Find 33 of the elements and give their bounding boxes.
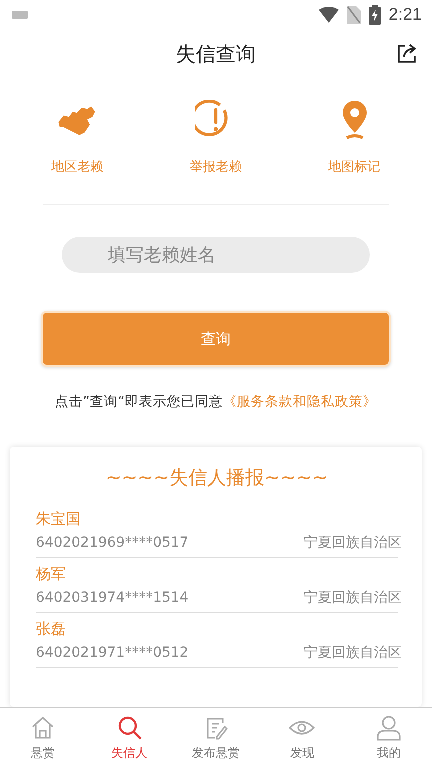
shortcut-button[interactable]: 地区老赖: [22, 98, 132, 184]
page-title: 失信查询: [176, 40, 256, 68]
query-button[interactable]: 查询: [41, 311, 391, 367]
sim-card-icon: [346, 6, 361, 24]
nav-tab[interactable]: 失信人: [90, 714, 170, 762]
person-name: 杨军: [36, 564, 67, 585]
id-number: 6402021971****0512: [36, 644, 189, 663]
id-number: 6402031974****1514: [36, 589, 189, 608]
region: 宁夏回族自治区: [304, 589, 402, 608]
keyboard-icon: [12, 11, 28, 19]
status-time: 2:21: [388, 5, 422, 25]
nav-tab[interactable]: 发布悬赏: [176, 714, 256, 762]
location-pin-icon: [340, 101, 369, 141]
nav-tab[interactable]: 悬赏: [3, 714, 84, 762]
policy-link[interactable]: 《服务条款和隐私政策》: [223, 394, 377, 410]
battery-icon: [368, 5, 381, 25]
person-name: 张磊: [36, 619, 67, 640]
shortcut-button[interactable]: 举报老赖: [160, 98, 271, 184]
region: 宁夏回族自治区: [304, 644, 402, 663]
share-icon[interactable]: [395, 42, 419, 66]
wifi-icon: [318, 7, 339, 23]
region: 宁夏回族自治区: [304, 534, 402, 553]
search-field[interactable]: 填写老赖姓名: [62, 237, 370, 273]
person-name: 朱宝国: [36, 509, 82, 530]
nav-tab[interactable]: 我的: [348, 714, 429, 762]
shortcut-button[interactable]: 地图标记: [300, 98, 410, 184]
home-icon: [30, 714, 56, 740]
nav-tab[interactable]: 发现: [262, 714, 342, 762]
search-icon: [116, 714, 143, 740]
person-icon: [376, 714, 402, 740]
id-number: 6402021969****0517: [36, 534, 189, 553]
agreement-text: 点击”查询“即表示您已同意《服务条款和隐私政策》: [54, 393, 378, 411]
card-title: ~~~~失信人播报~~~~: [104, 466, 330, 491]
